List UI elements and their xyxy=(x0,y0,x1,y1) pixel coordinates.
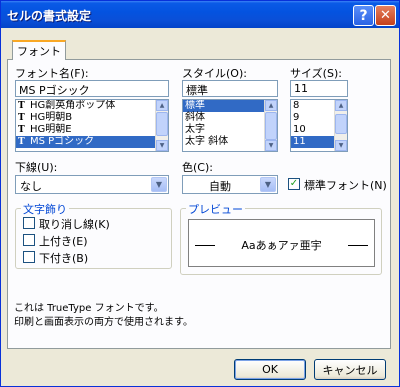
strikethrough-checkbox[interactable] xyxy=(23,217,35,229)
scroll-down-icon[interactable]: ▼ xyxy=(265,140,277,151)
list-item[interactable]: 太字 斜体 xyxy=(183,136,277,148)
scroll-thumb[interactable] xyxy=(265,112,277,140)
scroll-down-icon[interactable]: ▼ xyxy=(156,140,168,151)
preview-baseline-right xyxy=(348,245,368,246)
style-field[interactable]: 標準 xyxy=(182,80,278,97)
ok-button[interactable]: OK xyxy=(234,359,306,380)
subscript-label: 下付き(B) xyxy=(39,252,89,265)
normal-font-label: 標準フォント(N) xyxy=(304,179,387,192)
cancel-button[interactable]: キャンセル xyxy=(314,359,386,380)
list-item[interactable]: T HG明朝E xyxy=(16,124,168,136)
scroll-thumb[interactable] xyxy=(335,114,347,134)
underline-value: なし xyxy=(20,180,42,193)
format-cells-dialog: セルの書式設定 ? ✕ フォント フォント名(F): MS Pゴシック T HG… xyxy=(0,0,400,387)
list-item-label: HG明朝E xyxy=(30,124,72,135)
font-list-scrollbar[interactable]: ▲ ▼ xyxy=(155,100,168,151)
effects-group-title: 文字飾り xyxy=(21,201,69,217)
list-item[interactable]: 太字 xyxy=(183,124,277,136)
color-select[interactable]: 自動 ▼ xyxy=(182,175,278,194)
window-title: セルの書式設定 xyxy=(7,9,92,23)
font-name-field[interactable]: MS Pゴシック xyxy=(15,80,169,97)
font-description-line2: 印刷と画面表示の両方で使用されます。 xyxy=(14,317,193,328)
truetype-icon: T xyxy=(18,113,25,123)
underline-select[interactable]: なし ▼ xyxy=(15,175,169,194)
chevron-down-icon[interactable]: ▼ xyxy=(151,177,167,192)
scroll-up-icon[interactable]: ▲ xyxy=(156,100,168,111)
scroll-down-icon[interactable]: ▼ xyxy=(335,140,347,151)
scroll-up-icon[interactable]: ▲ xyxy=(335,100,347,111)
list-item-label: MS Pゴシック xyxy=(30,136,95,147)
scroll-up-icon[interactable]: ▲ xyxy=(265,100,277,111)
style-list-scrollbar[interactable]: ▲ ▼ xyxy=(264,100,277,151)
preview-area: Aaあぁアァ亜宇 xyxy=(188,219,375,267)
color-value: 自動 xyxy=(209,180,231,193)
title-bar[interactable]: セルの書式設定 ? ✕ xyxy=(1,1,399,28)
tab-font[interactable]: フォント xyxy=(12,40,66,60)
list-item-selected[interactable]: 11 xyxy=(291,136,334,148)
preview-group-title: プレビュー xyxy=(186,201,245,217)
style-label: スタイル(O): xyxy=(182,67,247,80)
color-label: 色(C): xyxy=(182,161,213,174)
truetype-icon: T xyxy=(18,125,25,135)
close-button[interactable]: ✕ xyxy=(375,5,396,26)
size-list[interactable]: 8 9 10 11 ▲ ▼ xyxy=(290,99,348,152)
list-item[interactable]: 斜体 xyxy=(183,112,277,124)
font-name-label: フォント名(F): xyxy=(15,67,89,80)
list-item-label: HG創英角ポップ体 xyxy=(30,100,116,111)
subscript-checkbox[interactable] xyxy=(23,251,35,263)
size-list-scrollbar[interactable]: ▲ ▼ xyxy=(334,100,347,151)
size-field[interactable]: 11 xyxy=(290,80,348,97)
font-description-line1: これは TrueType フォントです。 xyxy=(14,303,164,314)
normal-font-checkbox[interactable]: ✓ xyxy=(288,178,300,190)
size-label: サイズ(S): xyxy=(290,67,342,80)
preview-sample-text: Aaあぁアァ亜宇 xyxy=(241,239,322,252)
truetype-icon: T xyxy=(18,101,25,111)
underline-label: 下線(U): xyxy=(15,161,58,174)
list-item-selected[interactable]: 標準 xyxy=(183,100,264,112)
list-item[interactable]: T HG明朝B xyxy=(16,112,168,124)
strikethrough-label: 取り消し線(K) xyxy=(39,218,110,231)
style-list[interactable]: 標準 斜体 太字 太字 斜体 ▲ ▼ xyxy=(182,99,278,152)
list-item[interactable]: T HG創英角ポップ体 xyxy=(16,100,168,112)
help-button[interactable]: ? xyxy=(353,5,374,26)
scroll-thumb[interactable] xyxy=(156,112,168,136)
superscript-label: 上付き(E) xyxy=(39,235,88,248)
chevron-down-icon[interactable]: ▼ xyxy=(260,177,276,192)
list-item-selected[interactable]: T MS Pゴシック xyxy=(16,136,155,148)
list-item-label: HG明朝B xyxy=(30,112,73,123)
superscript-checkbox[interactable] xyxy=(23,234,35,246)
truetype-icon: T xyxy=(18,137,25,147)
font-name-list[interactable]: T HG創英角ポップ体 T HG明朝B T HG明朝E T MS Pゴシック ▲… xyxy=(15,99,169,152)
